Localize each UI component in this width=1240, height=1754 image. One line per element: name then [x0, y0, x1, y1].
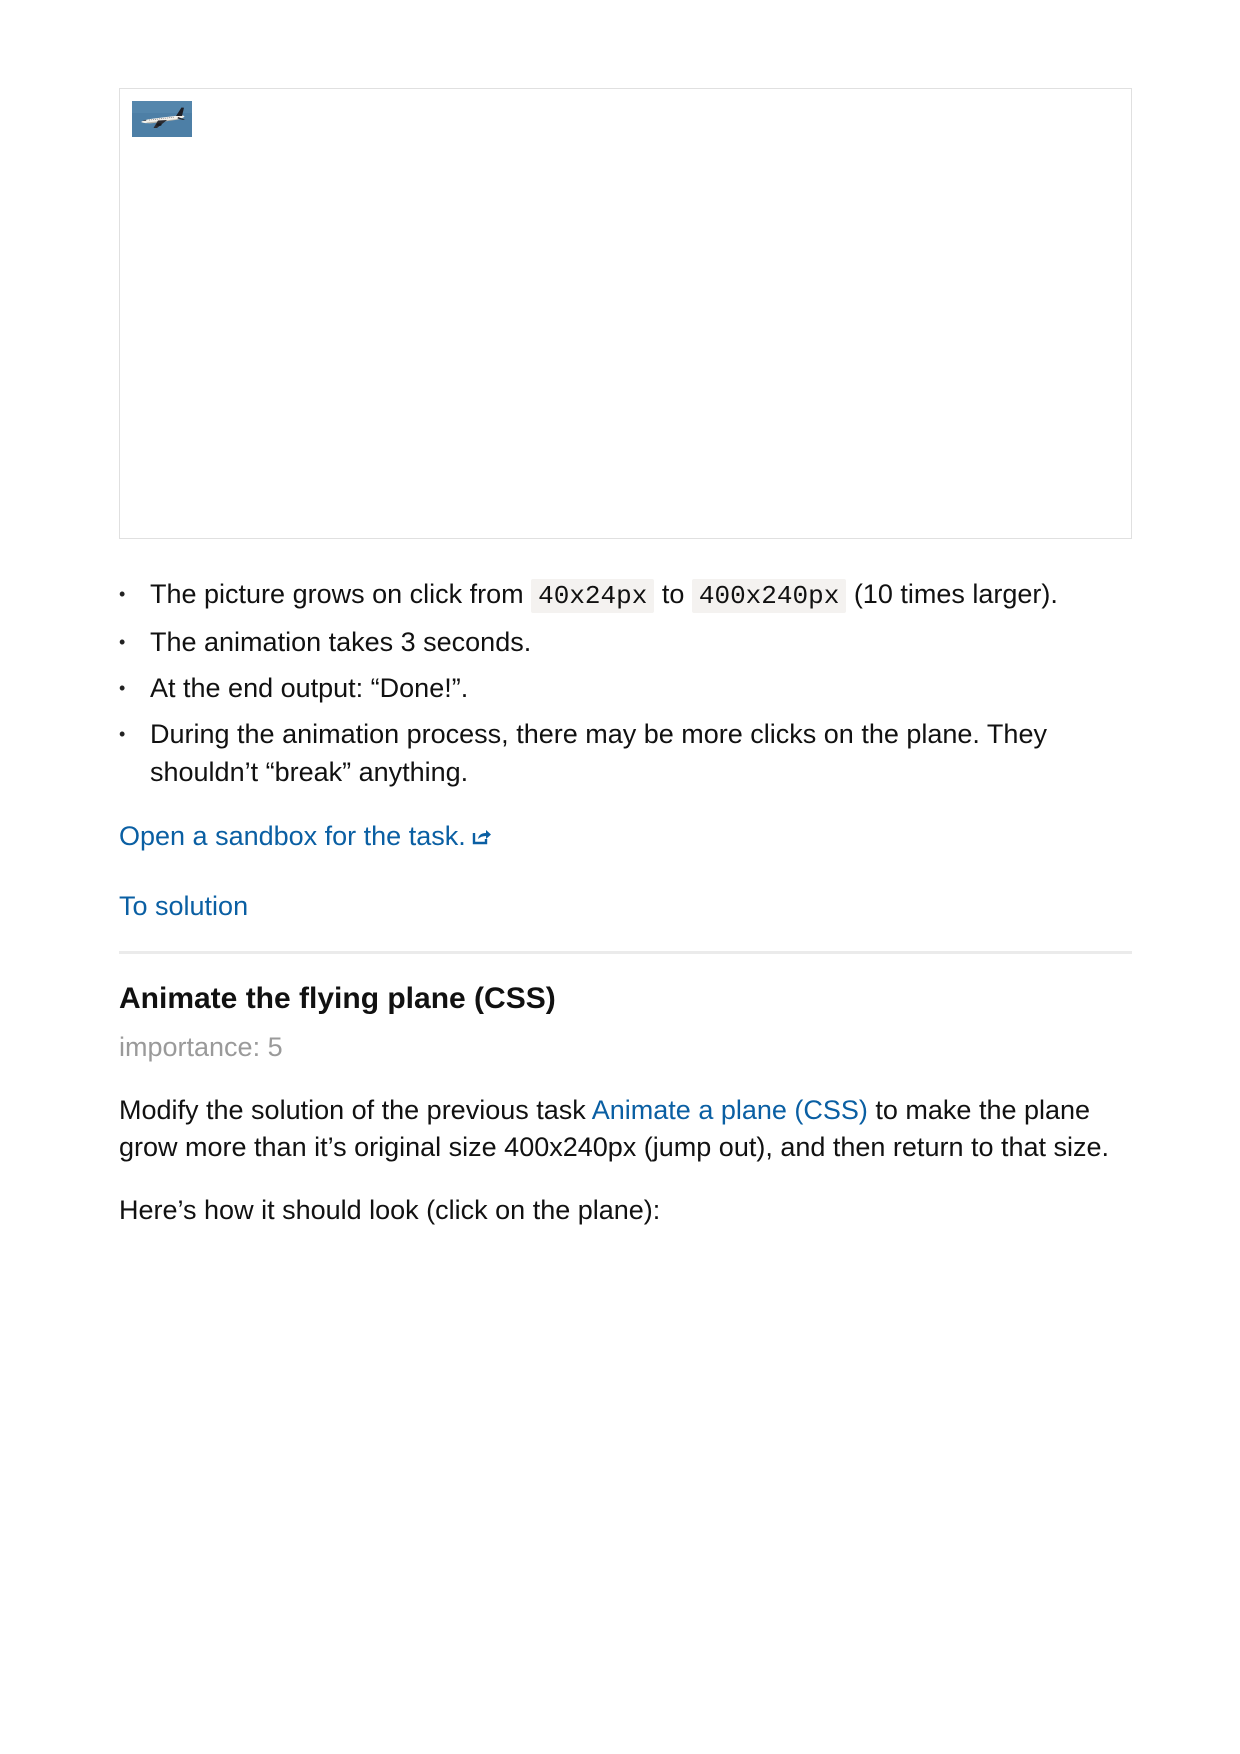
plane-image[interactable] [132, 101, 192, 137]
requirements-list: The picture grows on click from 40x24px … [119, 575, 1132, 791]
task-title: Animate the flying plane (CSS) [119, 982, 556, 1015]
task-instruction: Here’s how it should look (click on the … [119, 1195, 661, 1225]
open-sandbox-link[interactable]: Open a sandbox for the task. [119, 821, 492, 851]
list-item: At the end output: “Done!”. [119, 669, 1132, 707]
list-item: The picture grows on click from 40x24px … [119, 575, 1132, 615]
divider [119, 951, 1132, 954]
external-link-icon [472, 817, 492, 855]
description-text: Modify the solution of the previous task [119, 1095, 592, 1125]
demo-frame [119, 88, 1132, 539]
code-size-large: 400x240px [691, 579, 847, 613]
list-item-text: to [654, 579, 692, 609]
list-item-text: The picture grows on click from [150, 579, 532, 609]
code-size-small: 40x24px [531, 579, 655, 613]
solution-line: To solution [119, 887, 1132, 925]
task-content: The picture grows on click from 40x24px … [119, 88, 1132, 1229]
list-item: The animation takes 3 seconds. [119, 623, 1132, 661]
list-item: During the animation process, there may … [119, 715, 1132, 791]
importance-label: importance: 5 [119, 1032, 283, 1062]
to-solution-link[interactable]: To solution [119, 891, 248, 921]
sandbox-line: Open a sandbox for the task. [119, 817, 1132, 855]
list-item-text: (10 times larger). [846, 579, 1058, 609]
open-sandbox-label: Open a sandbox for the task. [119, 821, 466, 851]
task-description: Modify the solution of the previous task… [119, 1092, 1132, 1166]
previous-task-link[interactable]: Animate a plane (CSS) [592, 1095, 868, 1125]
